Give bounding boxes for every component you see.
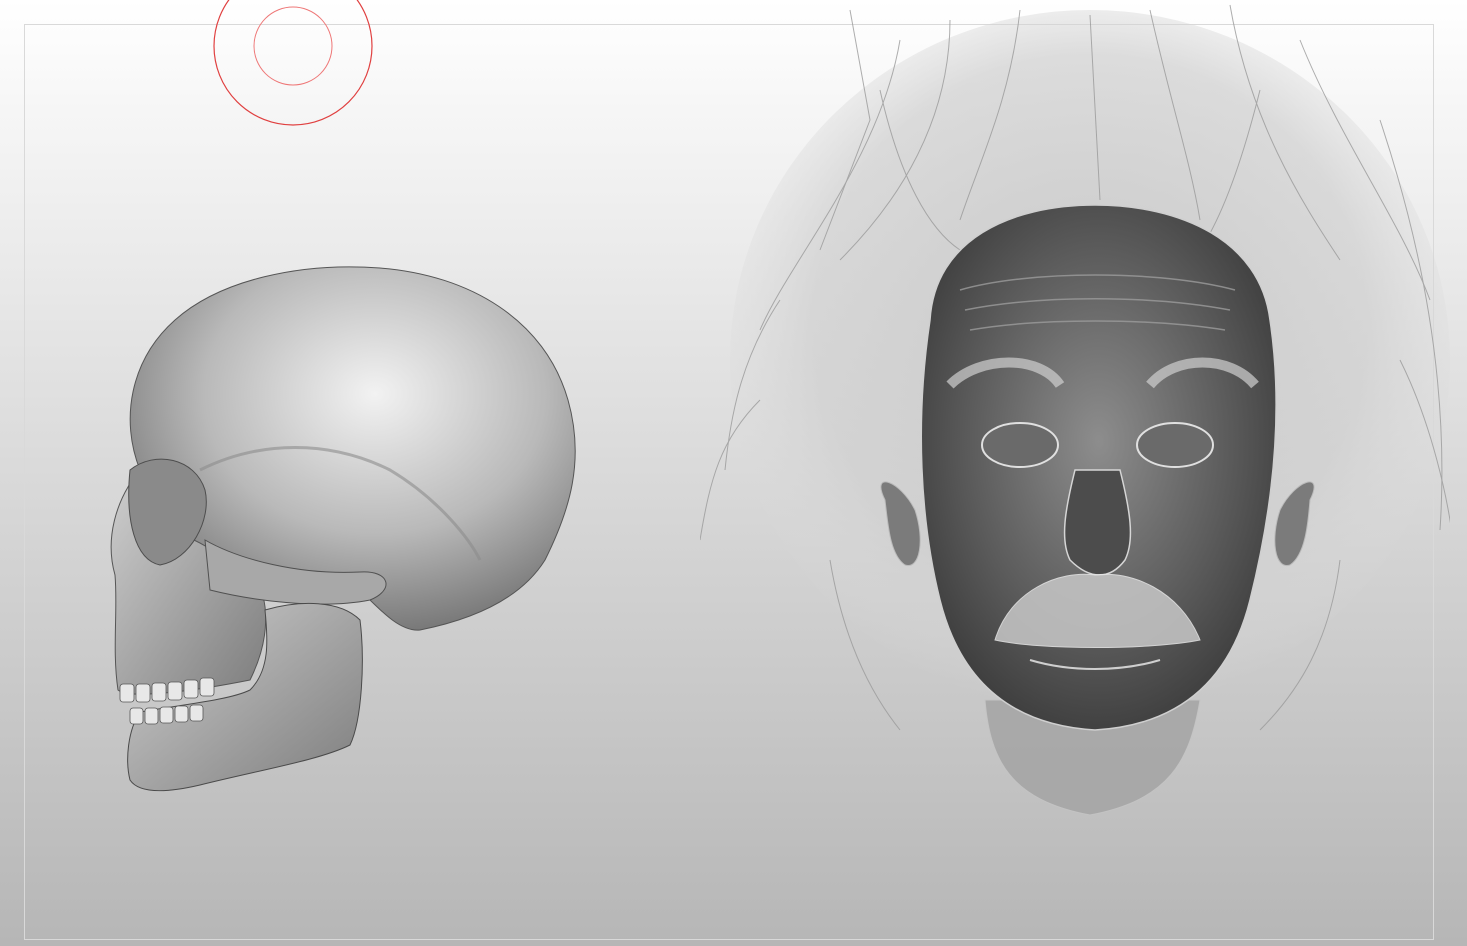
brush-cursor-icon (213, 0, 373, 126)
skull-mesh-icon[interactable] (100, 262, 585, 802)
head-hair-mesh-icon[interactable] (700, 0, 1450, 830)
document-viewport[interactable] (0, 0, 1467, 946)
